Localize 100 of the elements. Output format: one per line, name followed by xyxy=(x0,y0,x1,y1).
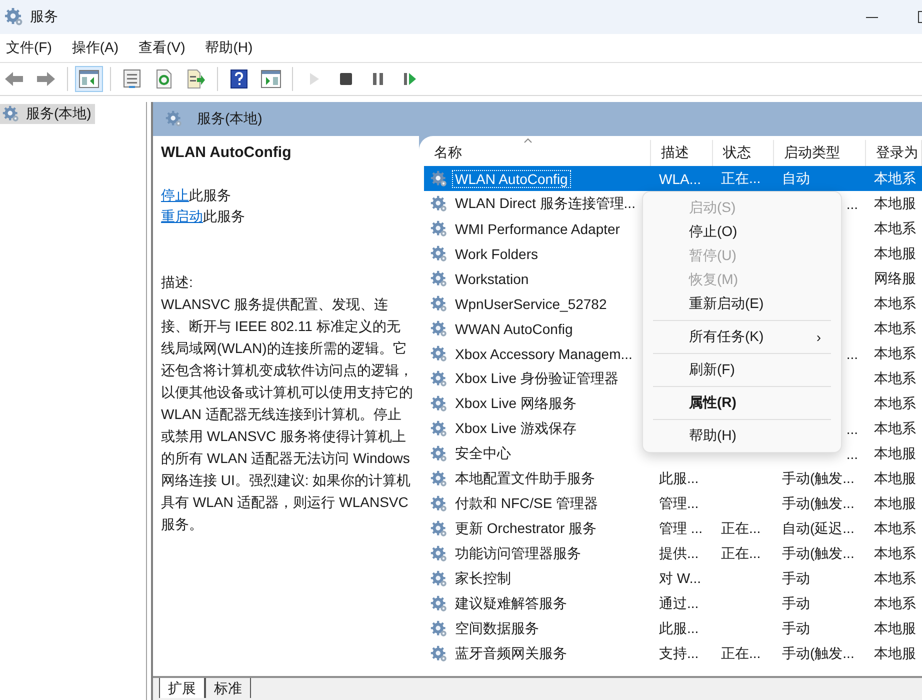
action-link[interactable]: 停止 xyxy=(161,187,189,203)
logon-cell-text: 本地系 xyxy=(873,294,917,312)
startup-type-cell-text: 手动 xyxy=(781,618,811,638)
status-cell-text: 正在... xyxy=(720,544,762,562)
startup-type-cell-text: 手动(触发... xyxy=(781,494,856,513)
startup-type-cell: ... xyxy=(846,196,858,212)
service-name-cell[interactable]: 空间数据服务 xyxy=(424,616,651,641)
gear-icon xyxy=(2,105,20,123)
service-name-cell[interactable]: 本地配置文件助手服务 xyxy=(424,466,651,491)
gear-icon xyxy=(430,544,448,562)
service-name-cell[interactable]: 家长控制 xyxy=(424,566,651,591)
service-name-cell[interactable]: 功能访问管理器服务 xyxy=(424,541,651,566)
gear-icon xyxy=(165,110,183,128)
console-tree-icon xyxy=(79,70,99,88)
gear-icon xyxy=(430,244,448,262)
status-cell-text: 正在... xyxy=(720,518,762,538)
logon-cell-text: 本地系 xyxy=(873,418,917,438)
description-cell-text: 对 W... xyxy=(658,568,702,588)
submenu-label: 所有任务(K) xyxy=(689,328,764,346)
logon-cell-text: 本地系 xyxy=(873,368,917,388)
description-cell-text: 通过... xyxy=(658,594,700,612)
action-text: 停止此服务 xyxy=(161,186,232,205)
logon-cell-text: 本地系 xyxy=(873,594,917,612)
logon-cell-text: 本地系 xyxy=(873,318,917,338)
view-tab[interactable]: 标准 xyxy=(205,678,251,698)
play-icon xyxy=(308,72,320,86)
logon-cell-text: 本地服 xyxy=(873,494,917,512)
stop-icon xyxy=(339,72,353,86)
startup-type-cell: ... xyxy=(846,346,858,362)
gear-icon xyxy=(430,394,448,412)
restart-icon xyxy=(403,72,417,86)
gear-icon xyxy=(430,270,448,288)
startup-type-cell-text: 手动(触发... xyxy=(781,544,856,563)
gear-icon xyxy=(430,294,448,312)
logon-cell: 本地系 xyxy=(866,166,922,191)
startup-type-cell-text: 自动(延迟... xyxy=(781,518,856,538)
action-text: 重启动此服务 xyxy=(161,207,246,226)
action-link[interactable]: 重启动 xyxy=(161,208,203,224)
gear-icon xyxy=(430,620,448,638)
description-cell: WLA... xyxy=(651,166,713,191)
service-name-cell[interactable]: 更新 Orchestrator 服务 xyxy=(424,516,651,541)
startup-type-cell-text: 手动(触发... xyxy=(781,468,856,488)
forward-arrow-icon xyxy=(36,71,56,87)
description-cell-text: 此服... xyxy=(658,468,700,488)
service-name-cell[interactable]: 付款和 NFC/SE 管理器 xyxy=(424,491,651,516)
export-list-icon xyxy=(186,69,206,89)
logon-cell-text: 本地系 xyxy=(873,394,917,412)
refresh-icon xyxy=(155,69,173,89)
description-cell-text: 支持... xyxy=(658,644,700,662)
gear-icon xyxy=(430,570,448,588)
service-name-cell[interactable]: 建议疑难解答服务 xyxy=(424,591,651,616)
startup-type-cell: ... xyxy=(846,420,858,436)
window-title: 服务 xyxy=(30,8,59,26)
properties-icon xyxy=(123,69,141,89)
gear-icon xyxy=(430,494,448,512)
startup-type-cell-text: 手动(触发... xyxy=(781,644,856,663)
gear-icon xyxy=(430,344,448,362)
startup-type-cell-text: 手动 xyxy=(781,594,811,612)
status-cell-text: 正在... xyxy=(720,644,762,662)
tree-item[interactable]: 服务(本地) xyxy=(0,104,96,124)
description-cell-text: 管理 ... xyxy=(658,518,704,538)
logon-cell-text: 本地系 xyxy=(873,544,917,562)
submenu-arrow: › xyxy=(816,329,821,345)
gear-icon xyxy=(430,370,448,388)
description-cell-text: 管理... xyxy=(658,494,700,512)
service-name: WLAN AutoConfig xyxy=(161,144,292,161)
logon-cell-text: 本地服 xyxy=(873,468,917,488)
gear-icon xyxy=(430,220,448,238)
startup-type-cell-text: 手动 xyxy=(781,568,811,588)
status-cell: 正在... xyxy=(713,166,774,191)
startup-type-cell: ... xyxy=(846,446,858,462)
logon-cell-text: 本地服 xyxy=(873,244,917,262)
logon-cell-text: 本地服 xyxy=(873,194,917,212)
logon-cell-text: 本地系 xyxy=(873,518,917,538)
logon-cell-text: 本地服 xyxy=(873,444,917,462)
logon-cell-text: 网络服 xyxy=(873,268,917,288)
gear-icon xyxy=(430,644,448,662)
gear-icon xyxy=(430,320,448,338)
logon-cell-text: 本地系 xyxy=(873,568,917,588)
pause-icon xyxy=(372,72,384,86)
back-arrow-icon xyxy=(4,71,24,87)
help-icon xyxy=(230,69,248,89)
service-name-cell[interactable]: WLAN AutoConfig xyxy=(424,166,651,191)
action-pane-icon xyxy=(261,70,281,88)
logon-cell-text: 本地系 xyxy=(873,344,917,362)
menu-item[interactable]: 帮助(H) xyxy=(199,39,265,57)
logon-cell-text: 本地服 xyxy=(873,644,917,662)
description-cell-text: 此服... xyxy=(658,618,700,638)
gear-icon xyxy=(430,520,448,538)
gear-icon xyxy=(430,170,448,188)
gear-icon xyxy=(430,194,448,212)
description-cell-text: 提供... xyxy=(658,544,700,562)
menu-item[interactable]: 操作(A) xyxy=(66,39,131,57)
menu-item[interactable]: 查看(V) xyxy=(132,39,198,57)
logon-cell-text: 本地服 xyxy=(873,618,917,638)
gear-icon xyxy=(4,7,24,27)
service-name-cell[interactable]: 蓝牙音频网关服务 xyxy=(424,641,651,666)
gear-icon xyxy=(430,470,448,488)
view-tab[interactable]: 扩展 xyxy=(159,678,205,698)
menu-item[interactable]: 文件(F) xyxy=(0,39,64,57)
